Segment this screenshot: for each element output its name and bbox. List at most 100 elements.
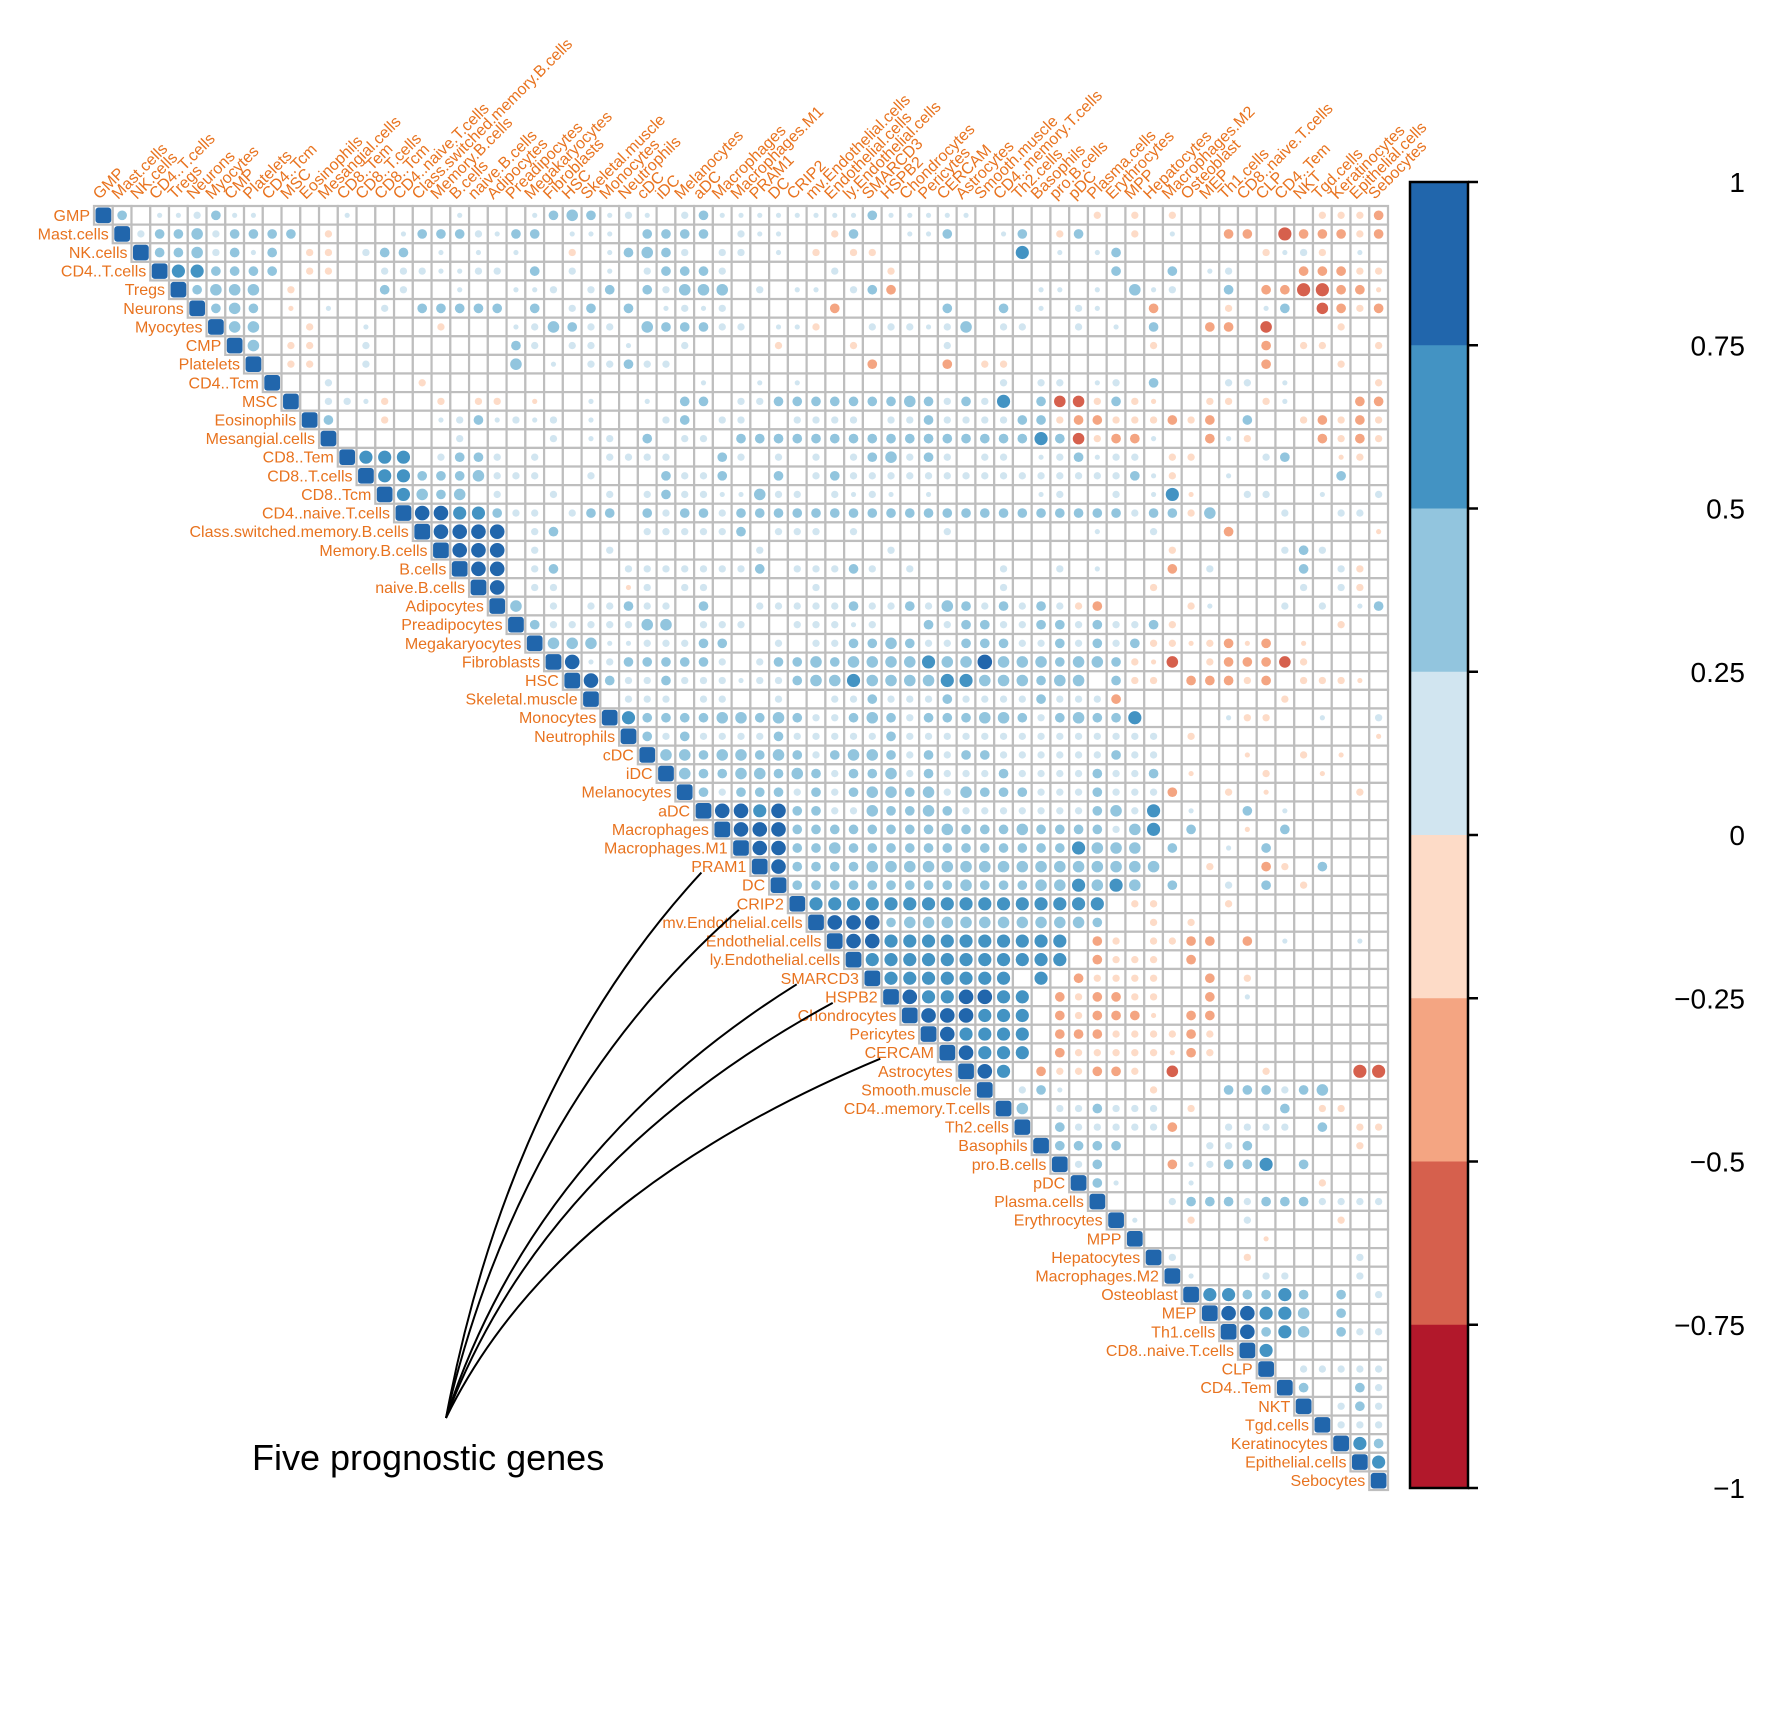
correlation-circle <box>1280 824 1290 835</box>
correlation-circle <box>1037 472 1045 480</box>
correlation-circle <box>1298 229 1309 239</box>
row-label: Macrophages.M2 <box>1035 1269 1159 1286</box>
correlation-circle <box>1374 1123 1383 1131</box>
correlation-circle <box>812 453 820 461</box>
correlation-circle <box>998 508 1009 518</box>
correlation-circle <box>1054 433 1065 444</box>
correlation-circle <box>996 953 1011 967</box>
correlation-circle <box>828 897 842 911</box>
correlation-circle <box>1280 284 1290 295</box>
grid-cell <box>936 260 958 282</box>
correlation-circle <box>754 750 765 760</box>
grid-cell <box>1311 353 1333 375</box>
grid-cell <box>374 428 396 450</box>
correlation-circle <box>771 822 786 837</box>
grid-cell <box>1311 1023 1333 1045</box>
grid-cell <box>1068 260 1090 282</box>
grid-cell <box>1030 260 1052 282</box>
grid-cell <box>1218 595 1240 617</box>
correlation-circle <box>362 360 370 368</box>
correlation-circle <box>1018 323 1026 331</box>
correlation-circle <box>1036 694 1046 704</box>
annotation-connector <box>445 983 798 1419</box>
correlation-circle <box>978 1046 992 1060</box>
correlation-circle <box>1074 788 1083 796</box>
correlation-circle <box>583 673 599 688</box>
correlation-circle <box>774 490 783 499</box>
grid-cell <box>1349 614 1371 636</box>
grid-cell <box>693 446 714 468</box>
grid-cell <box>1255 614 1277 636</box>
row-label: CLP <box>1222 1362 1253 1379</box>
correlation-circle <box>1299 341 1308 350</box>
correlation-circle <box>1206 658 1214 666</box>
grid-cell <box>1293 1209 1315 1231</box>
grid-cell <box>1311 614 1333 636</box>
correlation-circle <box>1131 397 1139 406</box>
grid-cell <box>1274 260 1296 282</box>
correlation-circle <box>942 843 953 853</box>
correlation-circle <box>1281 1086 1289 1094</box>
correlation-circle <box>812 639 820 647</box>
correlation-circle <box>1091 879 1104 891</box>
grid-cell <box>505 260 527 282</box>
grid-cell <box>299 204 321 226</box>
correlation-circle <box>1131 211 1139 219</box>
correlation-circle <box>1072 656 1085 668</box>
grid-cell <box>261 353 283 375</box>
grid-cell <box>1180 428 1202 450</box>
row-label: Sebocytes <box>1291 1473 1366 1490</box>
correlation-circle <box>248 303 259 314</box>
grid-cell <box>936 539 958 561</box>
grid-cell <box>1180 539 1202 561</box>
correlation-circle <box>756 286 764 294</box>
correlation-circle <box>381 416 389 424</box>
correlation-circle <box>718 416 726 424</box>
grid-cell <box>1330 651 1352 673</box>
grid-cell <box>411 446 433 468</box>
correlation-circle <box>1243 434 1252 443</box>
correlation-circle <box>1054 657 1065 667</box>
grid-cell <box>1330 390 1352 412</box>
grid-cell <box>261 316 283 338</box>
grid-cell <box>542 372 564 394</box>
correlation-circle <box>737 323 745 331</box>
grid-cell <box>1105 539 1127 561</box>
correlation-circle <box>792 750 803 760</box>
correlation-circle <box>1093 397 1101 406</box>
grid-cell <box>1274 1340 1296 1361</box>
grid-cell <box>1349 1023 1371 1045</box>
correlation-circle <box>1223 526 1234 537</box>
row-label: mv.Endothelial.cells <box>662 915 802 932</box>
grid-cell <box>1330 967 1352 989</box>
correlation-circle <box>511 229 521 239</box>
correlation-circle <box>1018 807 1026 815</box>
grid-cell <box>1236 539 1258 561</box>
correlation-circle <box>548 210 559 221</box>
correlation-circle <box>607 249 613 256</box>
correlation-circle <box>1074 602 1083 610</box>
correlation-circle <box>1054 674 1066 687</box>
correlation-circle <box>942 694 953 704</box>
correlation-circle <box>1149 341 1158 350</box>
correlation-circle <box>1259 1306 1273 1320</box>
correlation-circle <box>849 286 858 294</box>
correlation-circle <box>1261 1289 1271 1300</box>
correlation-circle <box>848 712 859 723</box>
correlation-circle <box>547 321 560 333</box>
grid-cell <box>1255 930 1277 952</box>
grid-cell <box>1068 242 1090 263</box>
grid-cell <box>1143 1209 1165 1231</box>
correlation-circle <box>1317 229 1328 239</box>
grid-cell <box>805 335 827 356</box>
grid-cell <box>1199 1265 1221 1287</box>
correlation-circle <box>867 638 878 649</box>
grid-cell <box>1124 577 1146 598</box>
correlation-circle <box>718 565 726 573</box>
grid-cell <box>1236 260 1258 282</box>
correlation-circle <box>607 640 613 646</box>
correlation-circle <box>513 249 519 256</box>
grid-cell <box>636 539 658 561</box>
correlation-circle <box>1037 788 1045 796</box>
grid-cell <box>880 558 902 580</box>
